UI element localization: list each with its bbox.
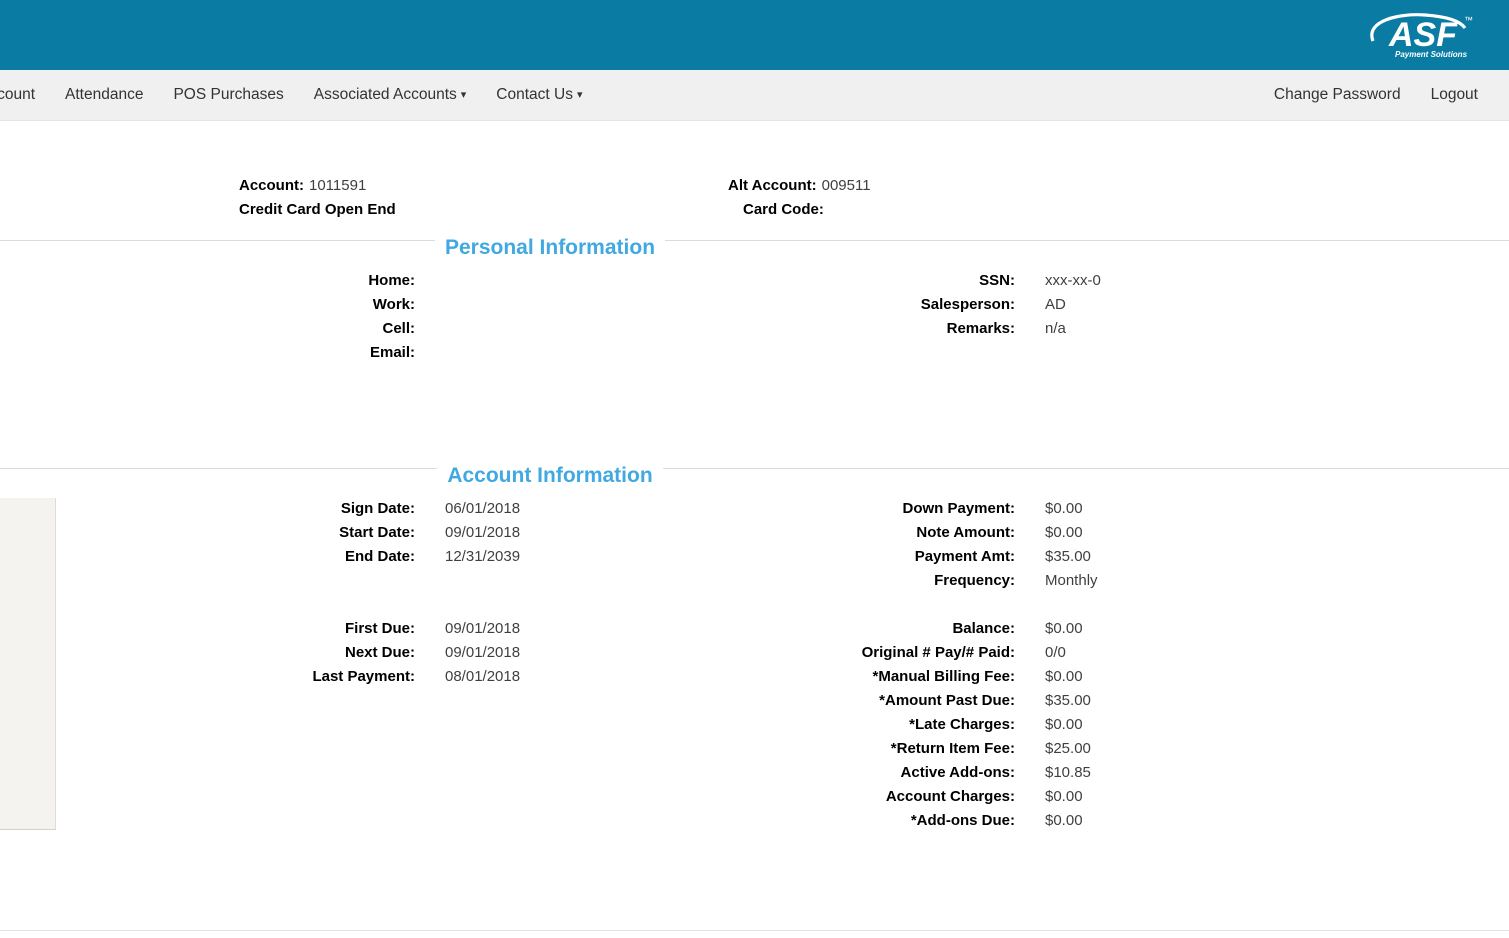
- caret-down-icon: ▾: [461, 89, 467, 101]
- field-row-email: Email:: [0, 341, 1100, 365]
- nav-item-pos-purchases-label: POS Purchases: [173, 86, 283, 103]
- nav-item-change-password[interactable]: Change Password: [1274, 86, 1401, 104]
- nav-item-logout[interactable]: Logout: [1431, 86, 1478, 104]
- field-value: $35.00: [1015, 545, 1091, 569]
- field-row-return-item-fee: *Return Item Fee: $25.00: [0, 737, 1100, 761]
- nav-item-pos-purchases[interactable]: POS Purchases: [173, 86, 283, 104]
- field-value: $0.00: [1015, 713, 1083, 737]
- card-code-label: Card Code:: [743, 201, 824, 218]
- nav-item-contact-us[interactable]: Contact Us ▾: [496, 86, 582, 104]
- card-code-line: Card Code:: [728, 198, 871, 222]
- field-row-account-charges: Account Charges: $0.00: [0, 785, 1100, 809]
- field-value: $0.00: [1015, 617, 1083, 641]
- main-nav: Account Attendance POS Purchases Associa…: [0, 70, 1509, 121]
- top-header: ASF ™ Payment Solutions: [0, 0, 1509, 70]
- alt-account-label: Alt Account:: [728, 177, 817, 194]
- field-value: $35.00: [1015, 689, 1091, 713]
- alt-account-number: 009511: [822, 177, 871, 194]
- nav-right-group: Change Password Logout: [1274, 86, 1509, 104]
- field-row-late-charges: *Late Charges: $0.00: [0, 713, 1100, 737]
- field-label: SSN:: [0, 269, 1015, 293]
- personal-information-title-text: Personal Information: [435, 236, 665, 259]
- field-label: Note Amount:: [0, 521, 1015, 545]
- nav-item-associated-accounts-label: Associated Accounts: [314, 86, 457, 103]
- field-label: Original # Pay/# Paid:: [0, 641, 1015, 665]
- field-row-ssn: SSN: xxx-xx-0: [0, 269, 1100, 293]
- field-row-payment-amt: Payment Amt: $35.00: [0, 545, 1100, 569]
- field-label: Account Charges:: [0, 785, 1015, 809]
- field-row-frequency: Frequency: Monthly: [0, 569, 1100, 593]
- field-value: $0.00: [1015, 665, 1083, 689]
- field-label: Active Add-ons:: [0, 761, 1015, 785]
- field-value: Monthly: [1015, 569, 1098, 593]
- alt-account-line: Alt Account: 009511: [728, 174, 871, 198]
- field-row-remarks: Remarks: n/a: [0, 317, 1100, 341]
- field-value: $0.00: [1015, 521, 1083, 545]
- account-summary-left: Account: 1011591 Credit Card Open End: [239, 174, 396, 222]
- field-value: [415, 341, 445, 365]
- logo-trademark: ™: [1464, 15, 1473, 25]
- field-label: *Amount Past Due:: [0, 689, 1015, 713]
- account-number: 1011591: [309, 177, 366, 194]
- field-label: Email:: [0, 341, 415, 365]
- bottom-divider: [0, 930, 1509, 931]
- field-value: xxx-xx-0: [1015, 269, 1101, 293]
- field-row-note-amount: Note Amount: $0.00: [0, 521, 1100, 545]
- nav-item-attendance-label: Attendance: [65, 86, 143, 103]
- field-row-down-payment: Down Payment: $0.00: [0, 497, 1100, 521]
- field-label: Payment Amt:: [0, 545, 1015, 569]
- account-information-title-text: Account Information: [437, 464, 662, 487]
- field-label: Balance:: [0, 617, 1015, 641]
- field-value: AD: [1015, 293, 1066, 317]
- personal-information-title: Personal Information: [0, 236, 1100, 260]
- field-label: Salesperson:: [0, 293, 1015, 317]
- field-row-original-pay-paid: Original # Pay/# Paid: 0/0: [0, 641, 1100, 665]
- account-summary-right: Alt Account: 009511 Card Code:: [728, 174, 871, 222]
- field-value: $25.00: [1015, 737, 1091, 761]
- logo-text: ASF: [1388, 16, 1458, 54]
- account-number-line: Account: 1011591: [239, 174, 396, 198]
- field-label: *Manual Billing Fee:: [0, 665, 1015, 689]
- field-row-amount-past-due: *Amount Past Due: $35.00: [0, 689, 1100, 713]
- nav-item-account-label: Account: [0, 86, 35, 103]
- field-label: *Late Charges:: [0, 713, 1015, 737]
- account-information-title: Account Information: [0, 464, 1100, 488]
- field-row-balance: Balance: $0.00: [0, 617, 1100, 641]
- field-label: Remarks:: [0, 317, 1015, 341]
- nav-left-group: Account Attendance POS Purchases Associa…: [0, 86, 583, 104]
- field-label: Frequency:: [0, 569, 1015, 593]
- field-value: $0.00: [1015, 497, 1083, 521]
- account-type: Credit Card Open End: [239, 198, 396, 222]
- nav-item-associated-accounts[interactable]: Associated Accounts ▾: [314, 86, 467, 104]
- field-value: 0/0: [1015, 641, 1066, 665]
- spacer: [0, 593, 1100, 617]
- field-row-manual-billing-fee: *Manual Billing Fee: $0.00: [0, 665, 1100, 689]
- nav-item-attendance[interactable]: Attendance: [65, 86, 143, 104]
- field-label: Down Payment:: [0, 497, 1015, 521]
- nav-item-logout-label: Logout: [1431, 86, 1478, 103]
- nav-item-contact-us-label: Contact Us: [496, 86, 573, 103]
- nav-item-change-password-label: Change Password: [1274, 86, 1401, 103]
- caret-down-icon: ▾: [577, 89, 583, 101]
- logo-subtext: Payment Solutions: [1395, 50, 1468, 59]
- field-value: $0.00: [1015, 809, 1083, 833]
- asf-logo: ASF ™ Payment Solutions: [1359, 11, 1475, 59]
- field-value: n/a: [1015, 317, 1066, 341]
- personal-right-column: SSN: xxx-xx-0 Salesperson: AD Remarks: n…: [0, 269, 1100, 341]
- field-row-add-ons-due: *Add-ons Due: $0.00: [0, 809, 1100, 833]
- field-row-salesperson: Salesperson: AD: [0, 293, 1100, 317]
- field-value: $10.85: [1015, 761, 1091, 785]
- field-label: *Return Item Fee:: [0, 737, 1015, 761]
- field-row-active-add-ons: Active Add-ons: $10.85: [0, 761, 1100, 785]
- account-label: Account:: [239, 177, 304, 194]
- nav-item-account[interactable]: Account: [0, 86, 35, 104]
- field-value: $0.00: [1015, 785, 1083, 809]
- field-label: *Add-ons Due:: [0, 809, 1015, 833]
- account-right-column: Down Payment: $0.00 Note Amount: $0.00 P…: [0, 497, 1100, 833]
